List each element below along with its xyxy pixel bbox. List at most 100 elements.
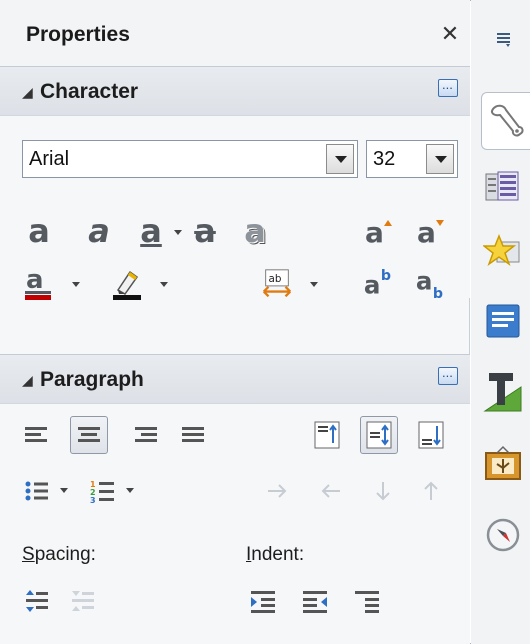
align-left-icon [25,427,47,442]
character-section-body: Arial 32 a a a a a a a a ab a b a b [0,116,470,300]
more-options-icon[interactable] [438,365,458,385]
picture-frame-icon [485,445,521,480]
justify-button[interactable] [176,418,210,452]
svg-text:3: 3 [90,496,96,504]
italic-icon: a [88,212,110,250]
compass-icon [486,518,520,552]
wrench-icon [490,104,523,137]
styles-icon [485,171,519,201]
move-up-button[interactable] [414,474,448,508]
arrow-left-icon [321,484,340,498]
shrink-font-icon: a [417,216,444,248]
move-down-button[interactable] [366,474,400,508]
spacing-label: Spacing: [22,544,96,566]
underline-dropdown-arrow[interactable] [172,226,184,238]
strikethrough-button[interactable]: a [188,214,222,248]
character-spacing-icon: ab [262,269,292,298]
numbering-dropdown-arrow[interactable] [124,484,136,496]
shrink-font-button[interactable]: a [414,214,448,248]
increase-paragraph-spacing-button[interactable] [20,584,54,618]
align-bottom-button[interactable] [414,418,448,452]
character-spacing-dropdown-arrow[interactable] [308,278,320,290]
align-center-icon [78,427,100,442]
promote-button[interactable] [314,474,348,508]
paragraph-section-header[interactable]: ◢ Paragraph [0,354,470,404]
fontwork-tab[interactable] [479,362,527,420]
font-color-button[interactable]: a [22,266,56,302]
align-left-button[interactable] [20,418,54,452]
media-tab[interactable] [479,434,527,492]
demote-button[interactable] [260,474,294,508]
shadow-button[interactable]: a [238,214,272,248]
align-middle-button[interactable] [360,416,398,454]
paragraph-spacing-increase-icon [26,590,48,612]
hanging-indent-button[interactable] [350,584,384,618]
underline-button[interactable]: a [134,214,168,248]
font-name-value: Arial [29,148,70,170]
underline-icon: a [140,212,162,250]
sidebar-tab-bar [471,0,530,644]
svg-text:a: a [365,216,384,248]
spacing-label-text: pacing: [34,544,96,565]
sidebar-menu-button[interactable] [493,28,515,50]
paragraph-spacing-decrease-icon [72,591,94,611]
bullets-dropdown-arrow[interactable] [58,484,70,496]
svg-text:a: a [416,267,433,296]
properties-tab[interactable] [481,92,530,150]
superscript-button[interactable]: a b [362,266,396,300]
align-center-button[interactable] [70,416,108,454]
align-top-icon [314,421,340,449]
font-size-dropdown-button[interactable] [426,144,454,174]
highlighting-color-icon [113,270,141,300]
close-icon[interactable]: ✕ [438,22,462,46]
fontwork-icon [483,373,522,412]
compass-tab[interactable] [479,506,527,564]
italic-button[interactable]: a [82,214,116,248]
deck-title: Properties [26,23,130,46]
svg-text:a: a [417,216,436,248]
font-size-combobox[interactable]: 32 [366,140,458,178]
indent-label-text: ndent: [251,544,305,565]
grow-font-icon: a [365,216,392,248]
properties-deck: Properties ✕ ◢ Character Arial 32 a a a … [0,0,470,644]
character-section-header[interactable]: ◢ Character [0,66,470,116]
align-middle-icon [366,421,392,449]
align-right-button[interactable] [128,418,162,452]
navigator-tab[interactable] [479,292,527,350]
align-bottom-icon [418,421,444,449]
collapse-triangle-icon[interactable]: ◢ [22,84,33,101]
font-name-combobox[interactable]: Arial [22,140,358,178]
arrow-right-icon [268,484,287,498]
character-section-title: Character [40,80,139,103]
svg-text:a: a [26,266,44,295]
decrease-indent-button[interactable] [298,584,332,618]
character-spacing-button[interactable]: ab [260,266,294,302]
font-color-dropdown-arrow[interactable] [70,278,82,290]
increase-indent-icon [251,591,275,613]
deck-title-bar: Properties ✕ [0,0,470,66]
align-top-button[interactable] [310,418,344,452]
strikethrough-icon: a [194,212,216,250]
bullets-button[interactable] [20,474,54,508]
collapse-triangle-icon[interactable]: ◢ [22,372,33,389]
increase-indent-button[interactable] [246,584,280,618]
subscript-icon: a b [416,267,443,300]
highlighting-dropdown-arrow[interactable] [158,278,170,290]
more-options-icon[interactable] [438,77,458,97]
spacing-label-mnemonic: S [22,544,35,565]
numbering-button[interactable]: 1 2 3 [86,474,120,508]
styles-tab[interactable] [479,158,527,216]
bold-icon: a [28,212,50,250]
subscript-button[interactable]: a b [414,266,448,300]
bullet-list-icon [25,481,48,501]
font-name-dropdown-button[interactable] [326,144,354,174]
grow-font-button[interactable]: a [362,214,396,248]
decrease-paragraph-spacing-button[interactable] [66,584,100,618]
gallery-tab[interactable] [479,222,527,280]
arrow-down-icon [376,482,390,501]
font-color-icon: a [25,266,51,300]
svg-text:b: b [381,268,391,284]
paragraph-section-title: Paragraph [40,368,144,391]
bold-button[interactable]: a [22,214,56,248]
highlighting-color-button[interactable] [110,266,144,302]
